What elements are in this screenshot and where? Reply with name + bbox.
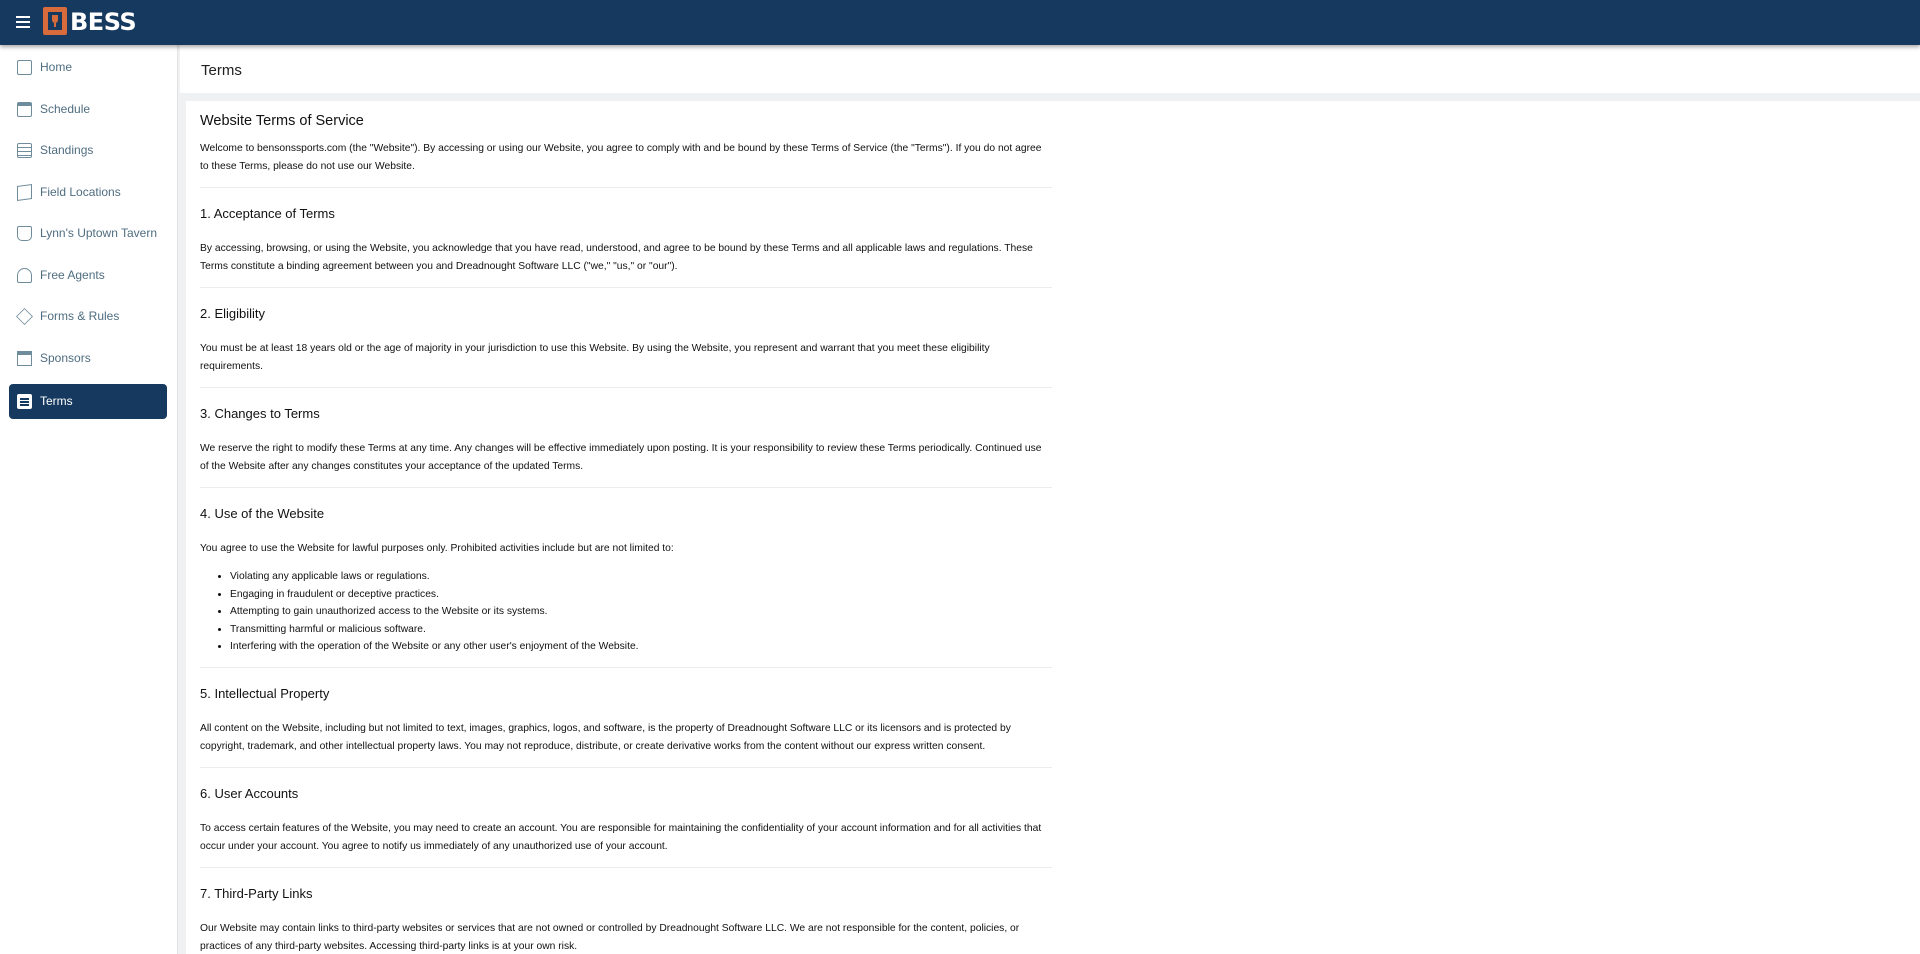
sidebar-nav: Home Schedule Standings Field Locations … <box>0 45 178 954</box>
section-title: 4. Use of the Website <box>200 506 325 521</box>
prohibited-activities-list: Violating any applicable laws or regulat… <box>200 568 1052 656</box>
section-body: All content on the Website, including bu… <box>200 723 1011 752</box>
store-icon <box>17 351 32 366</box>
terms-card: Website Terms of Service Welcome to bens… <box>186 101 1920 954</box>
sidebar-item-forms-rules[interactable]: Forms & Rules <box>9 299 167 334</box>
add-user-icon <box>17 268 32 283</box>
gavel-icon <box>16 308 33 325</box>
section-body: To access certain features of the Websit… <box>200 823 1042 852</box>
sidebar-item-label: Home <box>40 60 73 74</box>
section-divider <box>200 767 1052 768</box>
section-title: 7. Third-Party Links <box>200 886 313 901</box>
section-body: By accessing, browsing, or using the Web… <box>200 243 1033 272</box>
list-item: Interfering with the operation of the We… <box>230 638 1052 656</box>
section-divider <box>200 867 1052 868</box>
section-title: 5. Intellectual Property <box>200 686 330 701</box>
list-item: Violating any applicable laws or regulat… <box>230 568 1052 586</box>
section-title: 3. Changes to Terms <box>200 406 320 421</box>
sidebar-item-sponsors[interactable]: Sponsors <box>9 341 167 376</box>
section-body: You must be at least 18 years old or the… <box>200 343 990 372</box>
section-body: You agree to use the Website for lawful … <box>200 543 674 554</box>
section-divider <box>200 667 1052 668</box>
sidebar-item-standings[interactable]: Standings <box>9 133 167 168</box>
sidebar-item-label: Forms & Rules <box>40 309 120 323</box>
section-body: Our Website may contain links to third-p… <box>200 923 1020 952</box>
section-divider <box>200 287 1052 288</box>
copy-icon <box>17 60 32 75</box>
app-logo-text[interactable]: BESS <box>70 8 137 36</box>
page-title: Terms <box>201 62 242 79</box>
sidebar-item-label: Standings <box>40 143 94 157</box>
map-icon <box>17 183 32 202</box>
sidebar-item-free-agents[interactable]: Free Agents <box>9 258 167 293</box>
trophy-logo-icon[interactable] <box>43 7 67 35</box>
sidebar-item-field-locations[interactable]: Field Locations <box>9 175 167 210</box>
section-title: 1. Acceptance of Terms <box>200 206 335 221</box>
section-divider <box>200 187 1052 188</box>
calendar-icon <box>17 102 32 117</box>
sidebar-item-label: Field Locations <box>40 185 121 199</box>
page-header: Terms <box>180 45 1920 93</box>
sidebar-item-label: Lynn's Uptown Tavern <box>40 226 158 240</box>
sidebar-item-schedule[interactable]: Schedule <box>9 92 167 127</box>
list-item: Transmitting harmful or malicious softwa… <box>230 621 1052 639</box>
mug-icon <box>17 226 32 241</box>
section-title: 2. Eligibility <box>200 306 266 321</box>
sidebar-item-label: Sponsors <box>40 351 91 365</box>
section-divider <box>200 487 1052 488</box>
sidebar-item-home[interactable]: Home <box>9 50 167 85</box>
list-item: Attempting to gain unauthorized access t… <box>230 603 1052 621</box>
sidebar-item-label: Free Agents <box>40 268 105 282</box>
sidebar-item-lynns-uptown-tavern[interactable]: Lynn's Uptown Tavern <box>9 216 167 251</box>
sidebar-item-label: Terms <box>40 394 73 408</box>
section-body: We reserve the right to modify these Ter… <box>200 443 1042 472</box>
menu-icon[interactable] <box>14 12 34 32</box>
section-divider <box>200 387 1052 388</box>
list-item: Engaging in fraudulent or deceptive prac… <box>230 586 1052 604</box>
sidebar-item-terms[interactable]: Terms <box>9 384 167 419</box>
article-icon <box>17 394 32 409</box>
section-title: 6. User Accounts <box>200 786 299 801</box>
terms-heading: Website Terms of Service <box>200 113 364 129</box>
top-app-bar: BESS <box>0 0 1920 45</box>
clipboard-icon <box>17 143 32 158</box>
terms-intro: Welcome to bensonssports.com (the "Websi… <box>200 143 1042 172</box>
sidebar-item-label: Schedule <box>40 102 91 116</box>
